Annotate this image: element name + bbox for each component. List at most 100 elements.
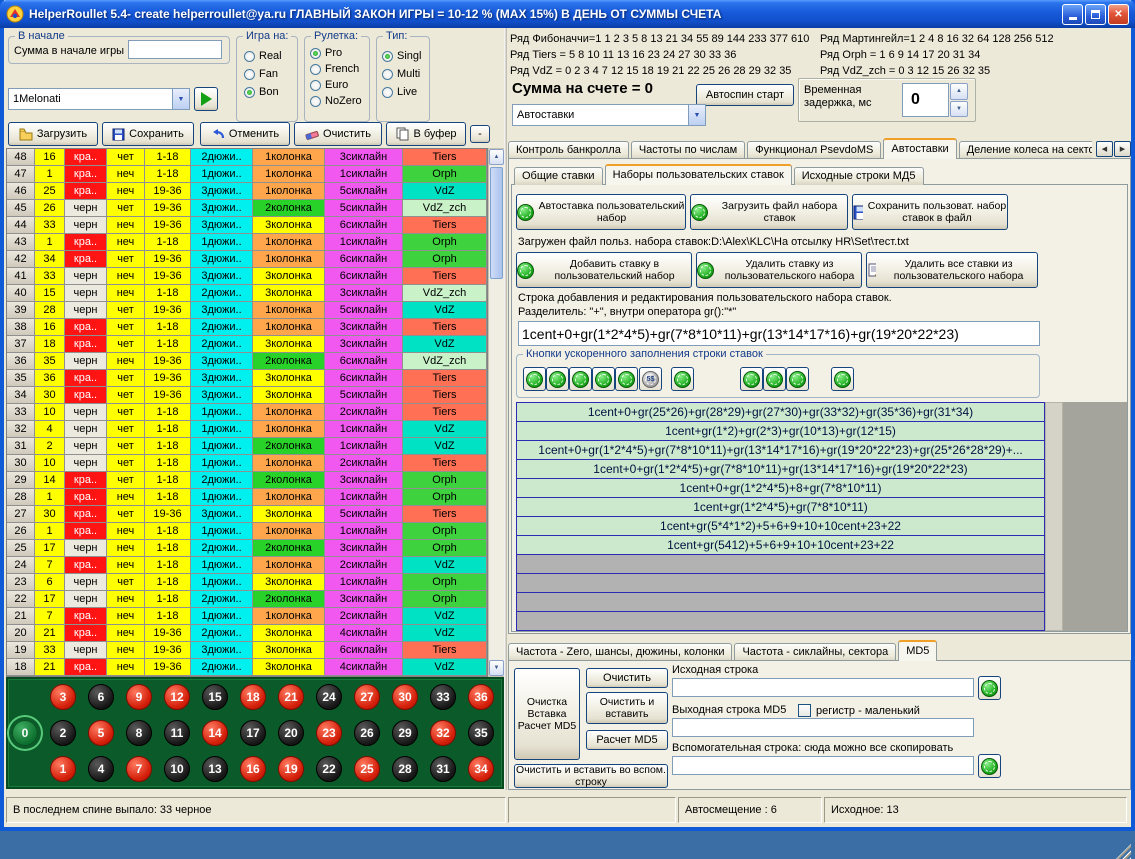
radio-nozero[interactable]: NoZero (310, 95, 362, 107)
save-button[interactable]: Сохранить (102, 122, 194, 146)
board-number-15[interactable]: 15 (202, 684, 228, 710)
md5-calc-button[interactable]: Расчет MD5 (586, 730, 668, 750)
table-row[interactable]: 247кра..неч1-181дюжи..1колонка2сиклайнVd… (7, 557, 487, 574)
radio-french[interactable]: French (310, 63, 359, 75)
board-number-9[interactable]: 9 (126, 684, 152, 710)
bet-list-item[interactable]: 1cent+gr(1*2)+gr(2*3)+gr(10*13)+gr(12*15… (517, 422, 1044, 441)
quick-chip-button[interactable] (671, 367, 694, 391)
quick-chip-button[interactable] (592, 367, 615, 391)
tab-number-frequencies[interactable]: Частоты по числам (631, 141, 745, 159)
bet-list-item[interactable]: 1cent+gr(1*2*4*5)+gr(7*8*10*11) (517, 498, 1044, 517)
quick-chip-button[interactable]: 5$ (639, 367, 662, 391)
tab-frequency-sixlines[interactable]: Частота - сиклайны, сектора (734, 643, 896, 661)
table-row[interactable]: 261кра..неч1-181дюжи..1колонка1сиклайнOr… (7, 523, 487, 540)
board-number-35[interactable]: 35 (468, 720, 494, 746)
board-number-10[interactable]: 10 (164, 756, 190, 782)
resize-grip[interactable] (1116, 844, 1131, 859)
spinner-up-icon[interactable]: ▲ (950, 83, 968, 100)
quick-chip-button[interactable] (523, 367, 546, 391)
board-number-31[interactable]: 31 (430, 756, 456, 782)
md5-source-input[interactable] (672, 678, 974, 697)
radio-euro[interactable]: Euro (310, 79, 348, 91)
minus-button[interactable]: - (470, 125, 490, 143)
delay-spinner[interactable]: 0 ▲ ▼ (902, 83, 968, 117)
maximize-button[interactable] (1085, 4, 1106, 25)
quick-chip-button[interactable] (831, 367, 854, 391)
board-number-33[interactable]: 33 (430, 684, 456, 710)
scrollbar-thumb[interactable] (490, 167, 503, 279)
table-row[interactable]: 312чернчет1-181дюжи..2колонка1сиклайнVdZ (7, 438, 487, 455)
board-number-11[interactable]: 11 (164, 720, 190, 746)
board-number-2[interactable]: 2 (50, 720, 76, 746)
tab-common-bets[interactable]: Общие ставки (514, 167, 603, 185)
board-number-1[interactable]: 1 (50, 756, 76, 782)
table-row[interactable]: 3430кра..чет19-363дюжи..3колонка5сиклайн… (7, 387, 487, 404)
scroll-up-icon[interactable]: ▲ (489, 149, 504, 165)
spinner-down-icon[interactable]: ▼ (950, 101, 968, 118)
save-bet-set-file-button[interactable]: Сохранить пользоват. набор ставок в файл (852, 194, 1008, 230)
board-number-14[interactable]: 14 (202, 720, 228, 746)
table-row[interactable]: 1821кра..неч19-362дюжи..3колонка4сиклайн… (7, 659, 487, 676)
board-number-4[interactable]: 4 (88, 756, 114, 782)
tab-frequency-chances[interactable]: Частота - Zero, шансы, дюжины, колонки (508, 643, 732, 661)
table-row[interactable]: 236чернчет1-181дюжи..3колонка1сиклайнOrp… (7, 574, 487, 591)
register-checkbox[interactable] (798, 704, 811, 717)
table-row[interactable]: 4526чернчет19-363дюжи..2колонка5сиклайнV… (7, 200, 487, 217)
md5-output-input[interactable] (672, 718, 974, 737)
md5-clear-paste-calc-button[interactable]: Очистка Вставка Расчет MD5 (514, 668, 580, 760)
play-button[interactable] (194, 87, 218, 111)
table-row[interactable]: 3536кра..чет19-363дюжи..3колонка6сиклайн… (7, 370, 487, 387)
radio-fan[interactable]: Fan (244, 68, 278, 80)
undo-button[interactable]: Отменить (200, 122, 290, 146)
radio-multi[interactable]: Multi (382, 68, 420, 80)
radio-pro[interactable]: Pro (310, 47, 342, 59)
autospin-start-button[interactable]: Автоспин старт (696, 84, 794, 106)
quick-chip-button[interactable] (763, 367, 786, 391)
board-number-13[interactable]: 13 (202, 756, 228, 782)
table-row[interactable]: 3310чернчет1-181дюжи..1колонка2сиклайнTi… (7, 404, 487, 421)
tab-user-bet-sets[interactable]: Наборы пользовательских ставок (605, 164, 792, 185)
table-row[interactable]: 2914кра..чет1-182дюжи..2колонка3сиклайнO… (7, 472, 487, 489)
scroll-down-icon[interactable]: ▼ (489, 660, 504, 676)
board-number-30[interactable]: 30 (392, 684, 418, 710)
board-number-3[interactable]: 3 (50, 684, 76, 710)
quick-chip-button[interactable] (786, 367, 809, 391)
bet-string-edit-input[interactable] (518, 321, 1040, 346)
table-row[interactable]: 4625кра..неч19-363дюжи..1колонка5сиклайн… (7, 183, 487, 200)
board-number-26[interactable]: 26 (354, 720, 380, 746)
remove-all-bets-button[interactable]: Удалить все ставки из пользовательского … (866, 252, 1038, 288)
board-number-27[interactable]: 27 (354, 684, 380, 710)
table-row[interactable]: 2217черннеч1-182дюжи..2колонка3сиклайнOr… (7, 591, 487, 608)
panel-splitter[interactable] (504, 28, 507, 790)
remove-bet-from-set-button[interactable]: Удалить ставку из пользовательского набо… (696, 252, 862, 288)
md5-aux-chip-button[interactable] (978, 754, 1001, 778)
table-row[interactable]: 2517черннеч1-182дюжи..2колонка3сиклайнOr… (7, 540, 487, 557)
board-number-6[interactable]: 6 (88, 684, 114, 710)
table-row[interactable]: 324чернчет1-181дюжи..1колонка1сиклайнVdZ (7, 421, 487, 438)
table-row[interactable]: 2730кра..чет19-363дюжи..3колонка5сиклайн… (7, 506, 487, 523)
chevron-down-icon[interactable]: ▼ (172, 89, 189, 109)
table-row[interactable]: 2021кра..неч19-362дюжи..3колонка4сиклайн… (7, 625, 487, 642)
table-row[interactable]: 4433черннеч19-363дюжи..3колонка6сиклайнT… (7, 217, 487, 234)
quick-chip-button[interactable] (740, 367, 763, 391)
tab-bankroll-control[interactable]: Контроль банкролла (508, 141, 629, 159)
board-number-34[interactable]: 34 (468, 756, 494, 782)
table-row[interactable]: 1933черннеч19-363дюжи..3колонка6сиклайнT… (7, 642, 487, 659)
table-row[interactable]: 217кра..неч1-181дюжи..1колонка2сиклайнVd… (7, 608, 487, 625)
load-button[interactable]: Загрузить (8, 122, 98, 146)
tabs-scroll-left-icon[interactable]: ◀ (1096, 141, 1113, 157)
table-row[interactable]: 3928чернчет19-363дюжи..1колонка5сиклайнV… (7, 302, 487, 319)
md5-clear-and-paste-button[interactable]: Очистить и вставить (586, 692, 668, 724)
radio-bon[interactable]: Bon (244, 86, 279, 98)
bet-list-item[interactable]: 1cent+0+gr(1*2*4*5)+8+gr(7*8*10*11) (517, 479, 1044, 498)
board-number-23[interactable]: 23 (316, 720, 342, 746)
board-number-5[interactable]: 5 (88, 720, 114, 746)
board-number-20[interactable]: 20 (278, 720, 304, 746)
bet-list-item[interactable]: 1cent+0+gr(1*2*4*5)+gr(7*8*10*11)+gr(13*… (517, 441, 1044, 460)
md5-clear-button[interactable]: Очистить (586, 668, 668, 688)
autobet-user-set-button[interactable]: Автоставка пользовательский набор (516, 194, 686, 230)
board-number-7[interactable]: 7 (126, 756, 152, 782)
minimize-button[interactable] (1062, 4, 1083, 25)
board-number-18[interactable]: 18 (240, 684, 266, 710)
load-bet-set-file-button[interactable]: Загрузить файл набора ставок (690, 194, 848, 230)
